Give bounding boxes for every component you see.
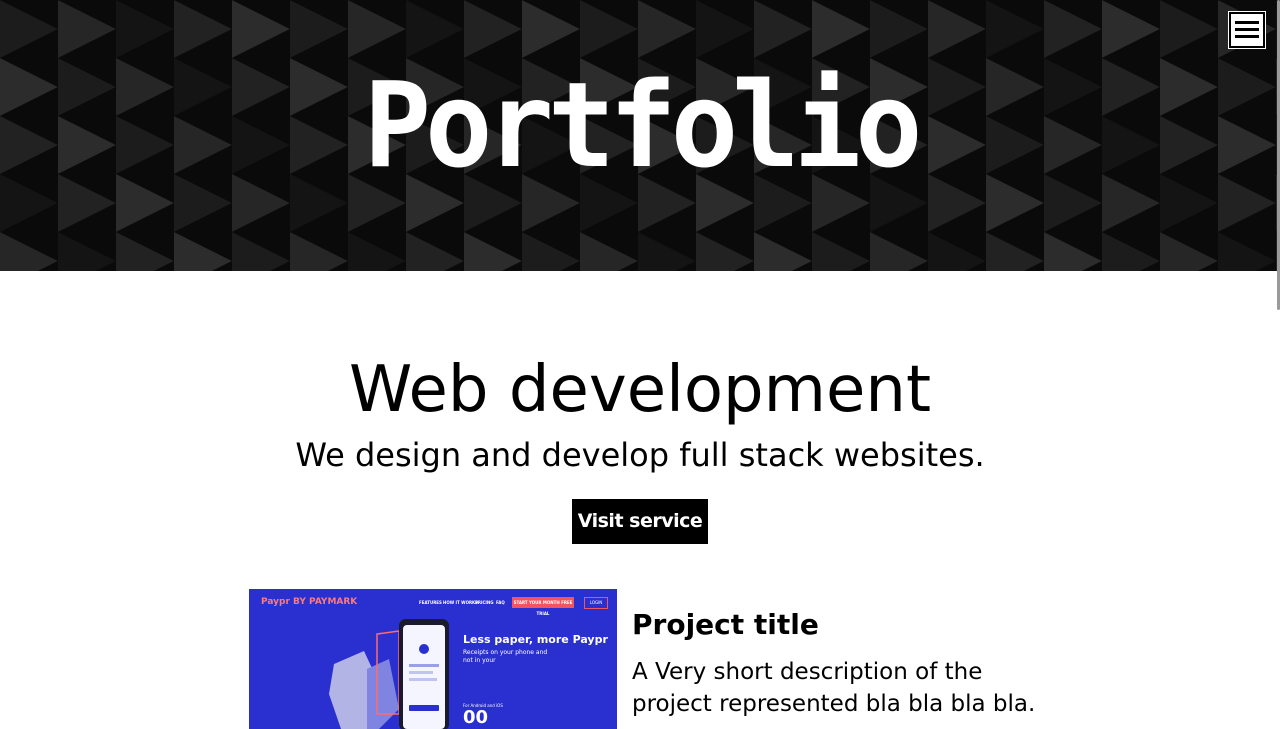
menu-bar — [1235, 35, 1259, 38]
project-title: Project title — [632, 608, 819, 641]
menu-bar — [1235, 28, 1259, 31]
thumbnail-subtext: Receipts on your phone and not in your — [463, 649, 548, 664]
thumbnail-headline: Less paper, more Paypr — [463, 633, 608, 646]
menu-bar — [1235, 21, 1259, 24]
phone-illustration — [329, 619, 449, 729]
service-subtitle: We design and develop full stack website… — [295, 436, 985, 474]
page-title: Portfolio — [363, 57, 923, 195]
project-description: A Very short description of the project … — [632, 659, 1036, 717]
hero-banner: Portfolio — [0, 0, 1280, 271]
thumbnail-big-text: 00 — [463, 707, 489, 728]
project-thumbnail[interactable]: Paypr BY PAYMARK FEATURES HOW IT WORKS P… — [249, 589, 617, 729]
visit-service-button[interactable]: Visit service — [572, 499, 708, 544]
hamburger-menu-icon[interactable] — [1228, 11, 1266, 49]
service-title: Web development — [348, 353, 932, 427]
